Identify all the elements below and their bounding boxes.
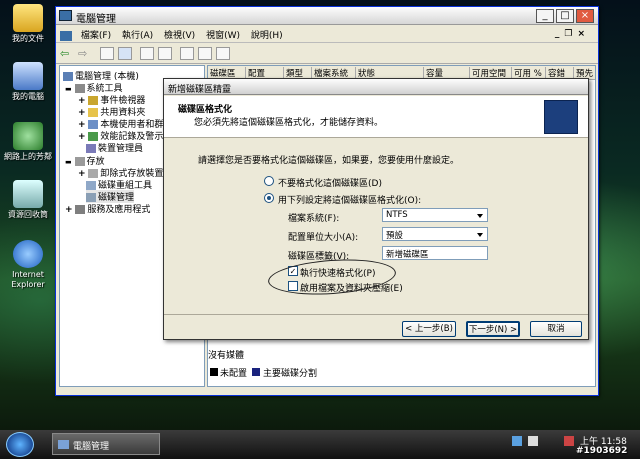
menu-window[interactable]: 視窗(W): [202, 26, 244, 43]
storage-icon: [74, 157, 85, 166]
tree-item-device-manager[interactable]: 裝置管理員: [86, 141, 143, 154]
refresh-icon[interactable]: [180, 47, 194, 60]
performance-icon: [88, 132, 99, 141]
security-tray-icon[interactable]: [564, 436, 574, 446]
allocation-unit-label: 配置單位大小(A):: [288, 233, 359, 243]
radio-no-format[interactable]: [264, 176, 274, 186]
desktop-icon-label: 我的電腦: [12, 92, 44, 101]
desktop-icon-ie[interactable]: Internet Explorer: [2, 240, 54, 290]
desktop-icon-network[interactable]: 網路上的芳鄰: [2, 122, 54, 162]
window-title: 電腦管理: [76, 14, 116, 25]
desktop-icon-label: 網路上的芳鄰: [4, 152, 52, 161]
removable-storage-icon: [88, 169, 99, 178]
radio-no-format-label[interactable]: 不要格式化這個磁碟區(D): [278, 176, 382, 189]
computer-management-icon: [63, 72, 73, 81]
child-close-button[interactable]: ×: [577, 29, 590, 39]
network-icon: [13, 122, 43, 150]
help-icon[interactable]: [158, 47, 172, 60]
desktop-icon-label: 我的文件: [12, 34, 44, 43]
disk-icon[interactable]: [216, 47, 230, 60]
menu-action[interactable]: 執行(A): [118, 26, 157, 43]
header-subtitle: 您必須先將這個磁碟區格式化，才能儲存資料。: [194, 118, 384, 128]
legend-primary-swatch: [252, 368, 260, 376]
collapse-icon[interactable]: ▬: [65, 85, 72, 93]
child-window-controls[interactable]: _❐×: [551, 27, 594, 41]
disk-management-icon: [86, 193, 96, 202]
expand-icon[interactable]: +: [78, 132, 86, 142]
folder-icon: [13, 4, 43, 32]
app-icon: [58, 440, 69, 449]
watermark: #1903692: [576, 446, 628, 456]
radio-format[interactable]: [264, 193, 274, 203]
volume-tray-icon[interactable]: [528, 436, 538, 446]
close-button[interactable]: ×: [576, 9, 594, 23]
minimize-button[interactable]: _: [536, 9, 554, 23]
taskbar-button-computer-management[interactable]: 電腦管理: [52, 433, 160, 455]
collapse-icon[interactable]: ▬: [65, 158, 72, 166]
taskbar-button-label: 電腦管理: [73, 442, 110, 452]
back-arrow-icon[interactable]: ⇦: [60, 47, 74, 60]
maximize-button[interactable]: □: [556, 9, 574, 23]
menu-help[interactable]: 說明(H): [247, 26, 287, 43]
format-disk-icon: [544, 100, 578, 134]
users-icon: [88, 120, 99, 129]
child-max-button[interactable]: ❐: [564, 29, 577, 39]
services-icon: [75, 205, 86, 214]
computer-icon: [13, 62, 43, 90]
title-bar[interactable]: 電腦管理 _ □ ×: [56, 7, 598, 25]
legend-primary-label: 主要磁碟分割: [263, 369, 318, 379]
show-tree-icon[interactable]: [118, 47, 132, 60]
shared-folder-icon: [88, 108, 99, 117]
new-volume-wizard-dialog: 新增磁碟區精靈 磁碟區格式化 您必須先將這個磁碟區格式化，才能儲存資料。 請選擇…: [163, 78, 589, 340]
legend-unallocated-label: 未配置: [220, 369, 248, 379]
legend-unallocated-swatch: [210, 368, 218, 376]
cancel-button[interactable]: 取消: [530, 321, 582, 337]
tree-item-services[interactable]: + 服務及應用程式: [65, 202, 150, 215]
allocation-unit-select[interactable]: 預設: [382, 227, 488, 241]
menu-file[interactable]: 檔案(F): [77, 26, 115, 43]
tools-icon: [74, 84, 85, 93]
start-button[interactable]: [6, 432, 34, 457]
disk-no-media-label: 沒有媒體: [208, 351, 245, 361]
dialog-header: 磁碟區格式化 您必須先將這個磁碟區格式化，才能儲存資料。: [164, 96, 588, 138]
file-system-select[interactable]: NTFS: [382, 208, 488, 222]
device-manager-icon: [86, 144, 96, 153]
menu-bar: 檔案(F) 執行(A) 檢視(V) 視窗(W) 說明(H) _❐×: [56, 26, 598, 43]
radio-format-label[interactable]: 用下列設定將這個磁碟區格式化(O):: [278, 193, 421, 206]
export-icon[interactable]: [198, 47, 212, 60]
desktop-icon-my-documents[interactable]: 我的文件: [2, 4, 54, 44]
child-min-button[interactable]: _: [555, 29, 565, 39]
defrag-icon: [86, 181, 96, 190]
back-button[interactable]: < 上一步(B): [402, 321, 456, 337]
forward-arrow-icon[interactable]: ⇨: [78, 47, 92, 60]
internet-explorer-icon: [13, 240, 43, 268]
taskbar: 電腦管理 上午 11:58 #1903692: [0, 430, 640, 459]
desktop-icon-label: Internet Explorer: [11, 270, 45, 289]
volume-label-input[interactable]: 新增磁碟區: [382, 246, 488, 260]
legend: 未配置 主要磁碟分割: [208, 364, 595, 386]
toolbar: ⇦ ⇨: [56, 44, 598, 64]
up-level-icon[interactable]: [100, 47, 114, 60]
console-icon: [60, 30, 72, 41]
next-button[interactable]: 下一步(N) >: [466, 321, 520, 337]
header-title: 磁碟區格式化: [178, 105, 233, 115]
desktop-icon-recycle-bin[interactable]: 資源回收筒: [2, 180, 54, 220]
recycle-bin-icon: [13, 180, 43, 208]
properties-icon[interactable]: [140, 47, 154, 60]
prompt-text: 請選擇您是否要格式化這個磁碟區，如果要，您要使用什麼設定。: [198, 156, 460, 166]
expand-icon[interactable]: +: [78, 169, 86, 179]
file-system-label: 檔案系統(F):: [288, 214, 340, 224]
desktop-icon-label: 資源回收筒: [8, 210, 48, 219]
app-icon: [59, 10, 72, 21]
dialog-title[interactable]: 新增磁碟區精靈: [164, 79, 588, 95]
expand-icon[interactable]: +: [65, 205, 73, 215]
desktop-icon-my-computer[interactable]: 我的電腦: [2, 62, 54, 102]
tree-label: 裝置管理員: [98, 144, 144, 154]
event-viewer-icon: [88, 96, 99, 105]
menu-view[interactable]: 檢視(V): [160, 26, 199, 43]
tree-label: 服務及應用程式: [87, 205, 151, 215]
network-tray-icon[interactable]: [512, 436, 522, 446]
